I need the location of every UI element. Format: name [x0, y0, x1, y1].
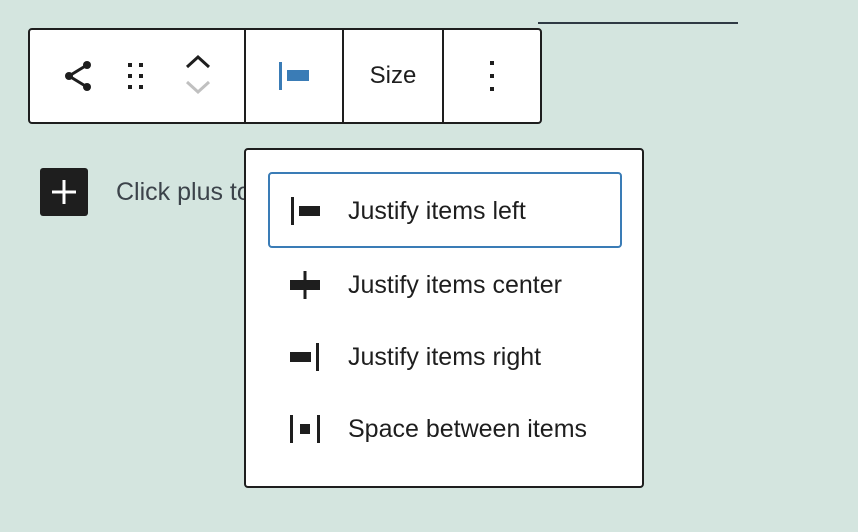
move-down-button[interactable]	[176, 76, 220, 122]
size-button[interactable]: Size	[344, 30, 442, 122]
justify-right-icon	[290, 343, 319, 371]
top-divider-line	[538, 22, 738, 24]
justify-space-between-icon	[290, 415, 320, 443]
block-inserter-button[interactable]	[40, 168, 88, 216]
drag-handle-icon	[128, 63, 143, 89]
share-icon	[65, 61, 91, 91]
justify-button[interactable]	[246, 30, 342, 122]
menu-item-label: Justify items right	[348, 343, 542, 371]
more-vertical-icon	[490, 61, 494, 91]
block-placeholder-text: Click plus to add	[116, 178, 246, 206]
plus-icon	[52, 180, 76, 204]
menu-item-label: Justify items center	[348, 271, 562, 299]
justify-left-icon	[291, 197, 320, 225]
drag-handle-button[interactable]	[114, 30, 158, 122]
menu-item-label: Justify items left	[348, 197, 526, 225]
justify-dropdown-menu: Justify items left Justify items center …	[244, 148, 644, 488]
chevron-up-icon	[185, 54, 211, 69]
space-between-option[interactable]: Space between items	[268, 390, 622, 466]
block-toolbar: Size	[28, 28, 542, 124]
options-button[interactable]	[444, 30, 540, 122]
chevron-down-icon	[185, 80, 211, 95]
justify-center-icon	[290, 271, 320, 299]
justify-center-option[interactable]: Justify items center	[268, 246, 622, 322]
size-label: Size	[369, 62, 417, 89]
justify-right-option[interactable]: Justify items right	[268, 318, 622, 394]
menu-item-label: Space between items	[348, 415, 588, 443]
justify-left-icon	[279, 62, 309, 90]
select-parent-button[interactable]	[52, 30, 104, 122]
justify-left-option[interactable]: Justify items left	[268, 172, 622, 248]
move-up-button[interactable]	[176, 30, 220, 76]
